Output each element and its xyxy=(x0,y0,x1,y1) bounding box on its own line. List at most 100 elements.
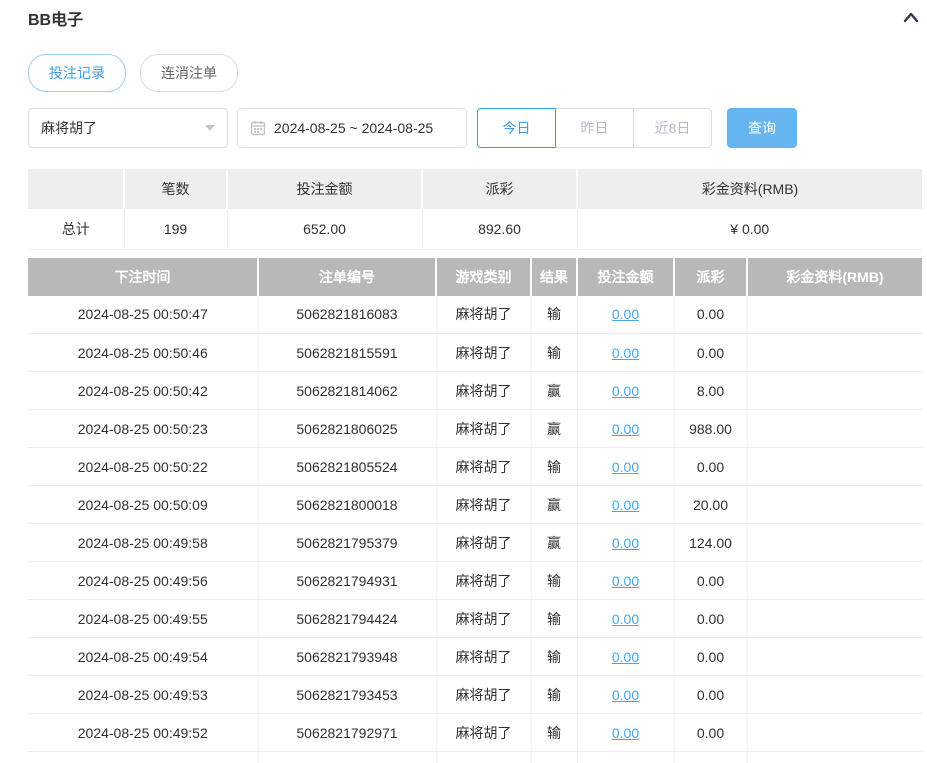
yesterday-button[interactable]: 昨日 xyxy=(555,108,634,148)
cell-bet-time: 2024-08-25 00:49:55 xyxy=(28,600,258,638)
header-jackpot: 彩金资料(RMB) xyxy=(747,258,922,296)
tab-betting-records[interactable]: 投注记录 xyxy=(28,54,126,92)
cell-bet-amount: 0.00 xyxy=(577,448,674,486)
bet-amount-link[interactable]: 0.00 xyxy=(612,306,639,322)
cell-result: 输 xyxy=(531,600,577,638)
cell-bet-time: 2024-08-25 00:50:42 xyxy=(28,372,258,410)
bet-amount-link[interactable]: 0.00 xyxy=(612,497,639,513)
record-type-tabs: 投注记录 连消注单 xyxy=(28,54,922,92)
cell-jackpot xyxy=(747,296,922,334)
cell-jackpot xyxy=(747,600,922,638)
header-order-number: 注单编号 xyxy=(258,258,436,296)
cell-payout: 0.00 xyxy=(674,600,747,638)
records-tbody: 2024-08-25 00:50:475062821816083麻将胡了输0.0… xyxy=(28,296,922,763)
cell-game-type: 麻将胡了 xyxy=(436,486,531,524)
bet-amount-link[interactable]: 0.00 xyxy=(612,573,639,589)
cell-game-type: 麻将胡了 xyxy=(436,676,531,714)
cell-result: 赢 xyxy=(531,410,577,448)
cell-payout: 0.00 xyxy=(674,562,747,600)
cell-payout: 0.00 xyxy=(674,638,747,676)
summary-total-count: 199 xyxy=(124,209,227,249)
cell-bet-time: 2024-08-25 00:50:47 xyxy=(28,296,258,334)
date-range-value: 2024-08-25 ~ 2024-08-25 xyxy=(274,120,433,136)
cell-jackpot xyxy=(747,372,922,410)
table-row: 2024-08-25 00:50:095062821800018麻将胡了赢0.0… xyxy=(28,486,922,524)
cell-game-type: 麻将胡了 xyxy=(436,562,531,600)
cell-payout: 0.00 xyxy=(674,714,747,752)
bet-amount-link[interactable]: 0.00 xyxy=(612,421,639,437)
cell-payout: -4.00 xyxy=(674,752,747,763)
header-payout: 派彩 xyxy=(674,258,747,296)
cell-game-type: 麻将胡了 xyxy=(436,372,531,410)
summary-total-jackpot: ¥ 0.00 xyxy=(577,209,922,249)
cell-order-number: 5062821792971 xyxy=(258,714,436,752)
cell-game-type: 麻将胡了 xyxy=(436,334,531,372)
last-8-days-button[interactable]: 近8日 xyxy=(633,108,712,148)
cell-bet-amount: 0.00 xyxy=(577,638,674,676)
cell-bet-time: 2024-08-25 00:49:34 xyxy=(28,752,258,763)
table-row: 2024-08-25 00:49:565062821794931麻将胡了输0.0… xyxy=(28,562,922,600)
bet-amount-link[interactable]: 0.00 xyxy=(612,459,639,475)
cell-result: 赢 xyxy=(531,372,577,410)
date-range-input[interactable]: 2024-08-25 ~ 2024-08-25 xyxy=(237,108,467,148)
panel-header: BB电子 xyxy=(28,0,922,30)
quick-date-button-group: 今日 昨日 近8日 xyxy=(477,108,712,148)
cell-game-type: 麻将胡了 xyxy=(436,524,531,562)
bet-amount-link[interactable]: 0.00 xyxy=(612,345,639,361)
summary-total-bet-amount: 652.00 xyxy=(227,209,422,249)
cell-jackpot xyxy=(747,334,922,372)
cell-payout: 20.00 xyxy=(674,486,747,524)
table-row: 2024-08-25 00:49:545062821793948麻将胡了输0.0… xyxy=(28,638,922,676)
cell-game-type: 麻将胡了 xyxy=(436,296,531,334)
tab-cancelled-orders[interactable]: 连消注单 xyxy=(140,54,238,92)
cell-jackpot xyxy=(747,714,922,752)
bet-amount-link[interactable]: 0.00 xyxy=(612,383,639,399)
cell-result: 输 xyxy=(531,752,577,763)
table-row: 2024-08-25 00:50:235062821806025麻将胡了赢0.0… xyxy=(28,410,922,448)
collapse-panel-button[interactable] xyxy=(900,7,922,29)
today-button[interactable]: 今日 xyxy=(477,108,556,148)
table-row: 2024-08-25 00:49:555062821794424麻将胡了输0.0… xyxy=(28,600,922,638)
cell-bet-time: 2024-08-25 00:49:53 xyxy=(28,676,258,714)
bet-amount-link[interactable]: 0.00 xyxy=(612,687,639,703)
summary-header-row: 笔数 投注金额 派彩 彩金资料(RMB) xyxy=(28,169,922,209)
bet-amount-link[interactable]: 0.00 xyxy=(612,611,639,627)
cell-payout: 0.00 xyxy=(674,334,747,372)
header-result: 结果 xyxy=(531,258,577,296)
cell-payout: 0.00 xyxy=(674,296,747,334)
cell-game-type: 麻将胡了 xyxy=(436,410,531,448)
summary-total-payout: 892.60 xyxy=(422,209,577,249)
summary-total-label: 总计 xyxy=(28,209,124,249)
query-button[interactable]: 查询 xyxy=(727,108,797,148)
game-select-value: 麻将胡了 xyxy=(41,118,97,138)
summary-header-jackpot: 彩金资料(RMB) xyxy=(577,169,922,209)
cell-bet-amount: 4.00 xyxy=(577,752,674,763)
cell-bet-time: 2024-08-25 00:49:52 xyxy=(28,714,258,752)
table-row: 2024-08-25 00:49:585062821795379麻将胡了赢0.0… xyxy=(28,524,922,562)
cell-result: 赢 xyxy=(531,486,577,524)
records-table: 下注时间 注单编号 游戏类别 结果 投注金额 派彩 彩金资料(RMB) 2024… xyxy=(28,258,922,763)
cell-game-type: 麻将胡了 xyxy=(436,638,531,676)
bet-amount-link[interactable]: 0.00 xyxy=(612,649,639,665)
table-row: 2024-08-25 00:49:535062821793453麻将胡了输0.0… xyxy=(28,676,922,714)
header-bet-time: 下注时间 xyxy=(28,258,258,296)
cell-jackpot xyxy=(747,448,922,486)
cell-order-number: 5062821800018 xyxy=(258,486,436,524)
table-row: 2024-08-25 00:50:475062821816083麻将胡了输 0.0… xyxy=(28,296,922,334)
cell-bet-time: 2024-08-25 00:49:58 xyxy=(28,524,258,562)
game-select[interactable]: 麻将胡了 xyxy=(28,108,228,148)
cell-jackpot xyxy=(747,562,922,600)
cell-order-number: 5062821816083 xyxy=(258,296,436,334)
cell-order-number: 5062821793453 xyxy=(258,676,436,714)
cell-bet-amount: 0.00 xyxy=(577,714,674,752)
cell-result: 输 xyxy=(531,296,577,334)
table-row: 2024-08-25 00:50:225062821805524麻将胡了输0.0… xyxy=(28,448,922,486)
cell-bet-amount: 0.00 xyxy=(577,410,674,448)
bet-amount-link[interactable]: 0.00 xyxy=(612,725,639,741)
bet-amount-link[interactable]: 0.00 xyxy=(612,535,639,551)
cell-order-number: 5062821805524 xyxy=(258,448,436,486)
cell-order-number: 5062821794424 xyxy=(258,600,436,638)
cell-bet-amount: 0.00 xyxy=(577,600,674,638)
summary-header-blank xyxy=(28,169,124,209)
cell-payout: 0.00 xyxy=(674,448,747,486)
